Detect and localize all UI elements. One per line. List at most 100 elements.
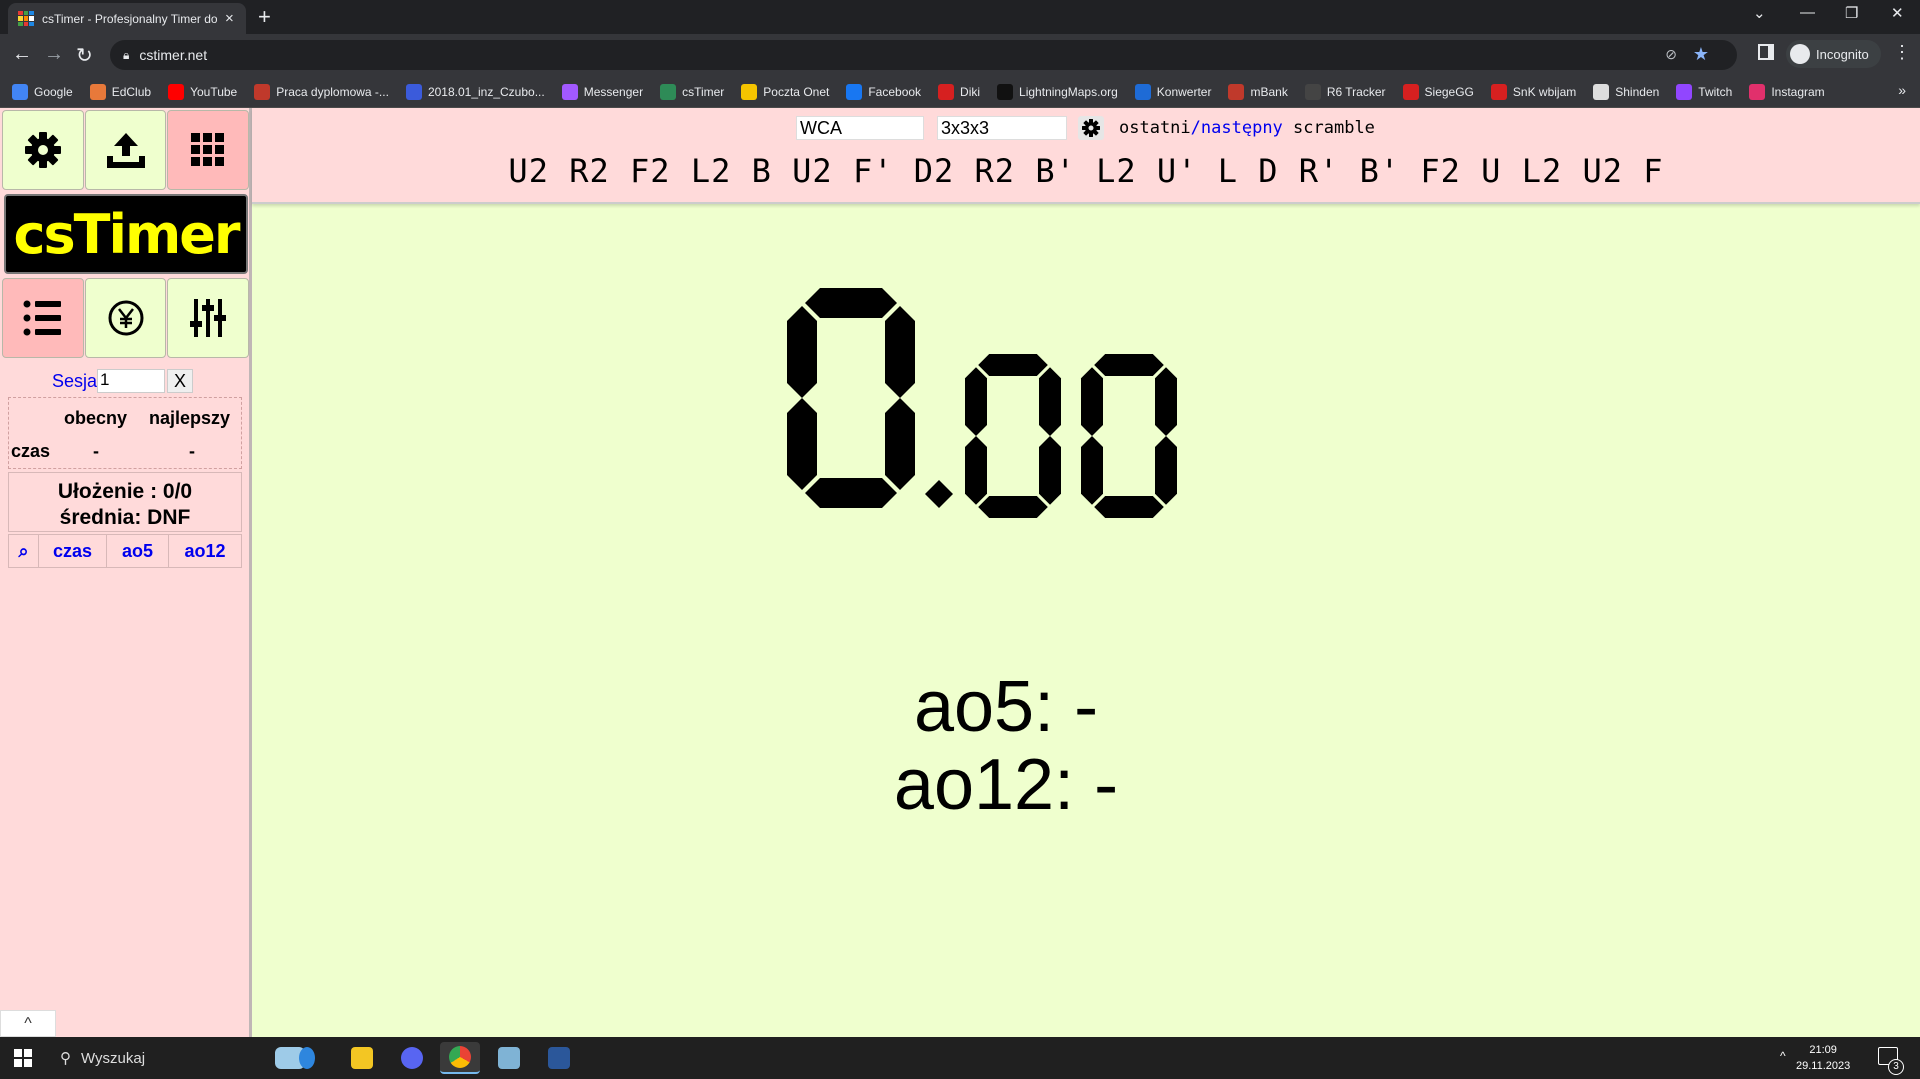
- bookmark-favicon-icon: [938, 83, 955, 100]
- scramble-toggle-button[interactable]: [167, 110, 250, 190]
- bookmark-siegegg[interactable]: SiegeGG: [1402, 83, 1474, 100]
- stats-col-current: obecny: [64, 408, 128, 428]
- gear-icon: [1082, 119, 1100, 137]
- windows-taskbar: ⚲ Wyszukaj ^ 21:09 29.11.2023 3: [0, 1037, 1920, 1079]
- bookmark-messenger[interactable]: Messenger: [561, 83, 644, 100]
- bookmarks-bar: Google EdClub YouTube Praca dyplomowa -... 2…: [0, 76, 1920, 108]
- stats-toggle-button[interactable]: [2, 278, 84, 358]
- bookmark-r6-tracker[interactable]: R6 Tracker: [1304, 83, 1386, 100]
- notification-count: 3: [1888, 1059, 1904, 1075]
- search-highlight-icon[interactable]: [262, 1042, 328, 1074]
- session-label[interactable]: Sesja: [52, 371, 97, 392]
- bookmark-youtube[interactable]: YouTube: [168, 83, 238, 100]
- tracking-blocked-icon[interactable]: ⊘: [1665, 46, 1677, 63]
- word-icon[interactable]: [539, 1042, 579, 1074]
- browser-tab[interactable]: csTimer - Profesjonalny Timer do kostki …: [8, 3, 246, 34]
- header-ao5[interactable]: ao5: [107, 535, 169, 567]
- forward-icon[interactable]: →: [44, 43, 64, 66]
- browser-menu-icon[interactable]: ⋮: [1893, 42, 1911, 63]
- minimize-icon[interactable]: —: [1800, 4, 1815, 21]
- session-mean: średnia: DNF: [59, 506, 191, 529]
- search-times-icon[interactable]: ⌕: [9, 535, 39, 567]
- tab-close-icon[interactable]: ×: [225, 10, 234, 27]
- notepad-icon[interactable]: [489, 1042, 529, 1074]
- clear-session-button[interactable]: X: [167, 369, 194, 393]
- left-sidebar: csTimer Sesja 1 X obecny najlepszy czas …: [0, 108, 252, 1037]
- bookmark-edclub[interactable]: EdClub: [89, 83, 151, 100]
- bookmark-favicon-icon: [1749, 83, 1766, 100]
- collapse-sidebar-button[interactable]: ^: [0, 1010, 56, 1037]
- bookmark-poczta-onet[interactable]: Poczta Onet: [741, 83, 829, 100]
- bookmark-label: YouTube: [190, 84, 238, 99]
- restore-icon[interactable]: ❐: [1845, 4, 1858, 22]
- scramble-word: scramble: [1282, 118, 1375, 138]
- scramble-type-select[interactable]: WCA: [796, 116, 924, 140]
- bookmark-label: Diki: [960, 84, 981, 99]
- stats-current-value[interactable]: -: [93, 441, 99, 462]
- timer-area[interactable]: ao5: - ao12: -: [252, 204, 1920, 1037]
- stats-best-value[interactable]: -: [189, 441, 195, 462]
- discord-icon[interactable]: [392, 1042, 432, 1074]
- bookmark-facebook[interactable]: Facebook: [846, 83, 921, 100]
- bookmark-praca-dyplomowa[interactable]: Praca dyplomowa -...: [254, 83, 389, 100]
- next-scramble-link[interactable]: następny: [1201, 118, 1283, 138]
- bookmark-cstimer[interactable]: csTimer: [660, 83, 724, 100]
- lock-icon[interactable]: 🔒︎: [123, 48, 129, 63]
- bookmark-star-icon[interactable]: ★: [1693, 44, 1709, 65]
- bookmark-label: Konwerter: [1156, 84, 1212, 99]
- bookmark-lightningmaps-org[interactable]: LightningMaps.org: [997, 83, 1118, 100]
- side-panel-icon[interactable]: [1758, 44, 1774, 60]
- bookmark-instagram[interactable]: Instagram: [1749, 83, 1825, 100]
- timer-display[interactable]: [782, 288, 1242, 578]
- clock-date: 29.11.2023: [1796, 1060, 1851, 1072]
- bookmark-label: SiegeGG: [1424, 84, 1474, 99]
- windows-start-icon[interactable]: [14, 1049, 32, 1067]
- session-select[interactable]: 1: [97, 369, 166, 393]
- scramble-settings-button[interactable]: [1078, 116, 1104, 140]
- address-bar-row: ← → ↻ 🔒︎ cstimer.net ⊘ ★ Incognito ⋮: [0, 34, 1920, 76]
- bookmark-2018-01-inz-czubo[interactable]: 2018.01_inz_Czubo...: [405, 83, 545, 100]
- tray-chevron-icon[interactable]: ^: [1780, 1049, 1786, 1063]
- donate-button[interactable]: [84, 278, 167, 358]
- file-explorer-icon[interactable]: [342, 1042, 382, 1074]
- new-tab-button[interactable]: +: [258, 4, 271, 30]
- window-close-icon[interactable]: ✕: [1891, 4, 1904, 22]
- last-scramble-link[interactable]: ostatni: [1119, 118, 1191, 138]
- incognito-profile-button[interactable]: Incognito: [1786, 40, 1881, 68]
- back-icon[interactable]: ←: [12, 43, 32, 66]
- session-summary[interactable]: Ułożenie : 0/0 średnia: DNF: [8, 472, 242, 532]
- settings-button[interactable]: [2, 110, 84, 190]
- bookmarks-overflow-icon[interactable]: »: [1898, 82, 1906, 98]
- bookmark-label: Shinden: [1615, 84, 1660, 99]
- reload-icon[interactable]: ↻: [76, 43, 93, 68]
- cstimer-page: csTimer Sesja 1 X obecny najlepszy czas …: [0, 108, 1920, 1037]
- bookmark-konwerter[interactable]: Konwerter: [1134, 83, 1212, 100]
- export-button[interactable]: [84, 110, 167, 190]
- bookmark-favicon-icon: [168, 83, 185, 100]
- bookmark-google[interactable]: Google: [12, 83, 73, 100]
- bookmark-twitch[interactable]: Twitch: [1676, 83, 1732, 100]
- scramble-text[interactable]: U2 R2 F2 L2 B U2 F' D2 R2 B' L2 U' L D R…: [252, 152, 1920, 190]
- bookmark-favicon-icon: [997, 83, 1014, 100]
- bookmark-favicon-icon: [561, 83, 578, 100]
- sliders-icon: [190, 299, 227, 337]
- omnibox[interactable]: 🔒︎ cstimer.net ⊘ ★: [110, 40, 1737, 70]
- bookmark-label: Messenger: [583, 84, 644, 99]
- bookmark-favicon-icon: [1402, 83, 1419, 100]
- header-time[interactable]: czas: [39, 535, 107, 567]
- bookmark-shinden[interactable]: Shinden: [1593, 83, 1660, 100]
- timer-digit-1-segment-b: [1039, 367, 1061, 436]
- chrome-icon[interactable]: [440, 1042, 480, 1074]
- tools-button[interactable]: [167, 278, 250, 358]
- session-selector: Sesja 1 X: [8, 367, 242, 395]
- taskbar-clock[interactable]: 21:09 29.11.2023: [1796, 1042, 1850, 1074]
- bookmark-label: LightningMaps.org: [1019, 84, 1118, 99]
- tab-search-icon[interactable]: ⌄: [1753, 4, 1766, 22]
- bookmark-mbank[interactable]: mBank: [1228, 83, 1288, 100]
- puzzle-select[interactable]: 3x3x3: [937, 116, 1067, 140]
- bookmark-snk-wbijam[interactable]: SnK wbijam: [1490, 83, 1576, 100]
- bookmark-favicon-icon: [254, 83, 271, 100]
- bookmark-diki[interactable]: Diki: [938, 83, 981, 100]
- header-ao12[interactable]: ao12: [169, 535, 241, 567]
- timer-digit-0-segment-d: [805, 478, 897, 508]
